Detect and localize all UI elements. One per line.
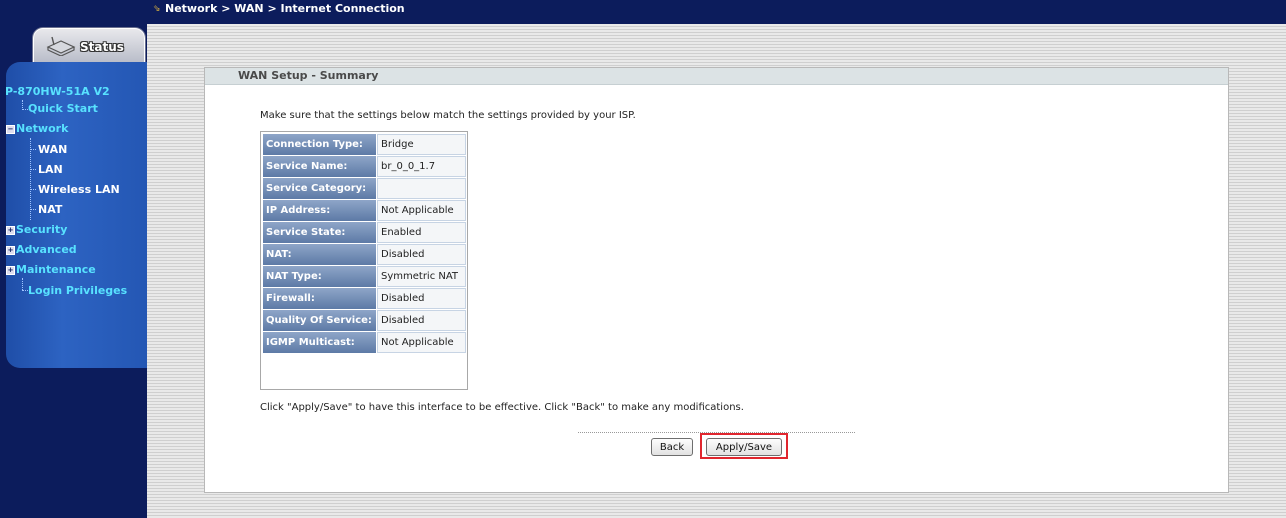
row-key: IP Address: <box>263 200 376 221</box>
page-title: WAN Setup - Summary <box>238 69 379 82</box>
row-key: NAT: <box>263 244 376 265</box>
sidebar-item-login-privileges[interactable]: Login Privileges <box>28 284 127 297</box>
row-key: Quality Of Service: <box>263 310 376 331</box>
row-value: Enabled <box>377 222 466 243</box>
intro-text: Make sure that the settings below match … <box>260 110 636 121</box>
collapse-icon[interactable]: − <box>6 125 15 134</box>
table-row: Service Name: br_0_0_1.7 <box>263 156 466 177</box>
back-button[interactable]: Back <box>651 438 693 456</box>
expand-icon[interactable]: + <box>6 266 15 275</box>
row-key: IGMP Multicast: <box>263 332 376 353</box>
table-row: Service State: Enabled <box>263 222 466 243</box>
row-key: Firewall: <box>263 288 376 309</box>
row-key: NAT Type: <box>263 266 376 287</box>
sidebar-item-security[interactable]: Security <box>16 223 67 236</box>
sidebar-item-wireless-lan[interactable]: Wireless LAN <box>38 183 120 196</box>
sidebar: Status P-870HW-51A V2 Quick Start − Netw… <box>0 0 147 518</box>
row-value: Not Applicable <box>377 200 466 221</box>
device-model: P-870HW-51A V2 <box>5 85 110 98</box>
table-row: IGMP Multicast: Not Applicable <box>263 332 466 353</box>
table-row: Connection Type: Bridge <box>263 134 466 155</box>
expand-icon[interactable]: + <box>6 246 15 255</box>
summary-table: Connection Type: Bridge Service Name: br_0… <box>262 133 467 354</box>
expand-icon[interactable]: + <box>6 226 15 235</box>
status-tab[interactable]: Status <box>33 28 145 64</box>
summary-table-box: Connection Type: Bridge Service Name: br_0… <box>260 131 468 390</box>
row-value: br_0_0_1.7 <box>377 156 466 177</box>
apply-save-button[interactable]: Apply/Save <box>706 438 782 456</box>
sidebar-item-wan[interactable]: WAN <box>38 143 67 156</box>
row-key: Service State: <box>263 222 376 243</box>
row-value: Disabled <box>377 288 466 309</box>
content-card: WAN Setup - Summary Make sure that the s… <box>204 67 1229 493</box>
breadcrumb-bar: ⇘ Network > WAN > Internet Connection <box>147 0 1286 24</box>
sidebar-item-nat[interactable]: NAT <box>38 203 62 216</box>
menu-panel: P-870HW-51A V2 Quick Start − Network WAN… <box>5 62 147 368</box>
row-key: Service Category: <box>263 178 376 199</box>
sidebar-item-quick-start[interactable]: Quick Start <box>28 102 98 115</box>
table-row: NAT: Disabled <box>263 244 466 265</box>
row-value <box>377 178 466 199</box>
breadcrumb-arrow-icon: ⇘ <box>153 4 161 14</box>
table-row: Firewall: Disabled <box>263 288 466 309</box>
row-key: Connection Type: <box>263 134 376 155</box>
row-value: Disabled <box>377 310 466 331</box>
table-row: Service Category: <box>263 178 466 199</box>
row-value: Disabled <box>377 244 466 265</box>
table-row: NAT Type: Symmetric NAT <box>263 266 466 287</box>
breadcrumb: Network > WAN > Internet Connection <box>165 2 405 15</box>
row-key: Service Name: <box>263 156 376 177</box>
row-value: Not Applicable <box>377 332 466 353</box>
sidebar-item-network[interactable]: Network <box>16 122 68 135</box>
router-icon <box>46 36 76 59</box>
row-value: Bridge <box>377 134 466 155</box>
table-row: IP Address: Not Applicable <box>263 200 466 221</box>
sidebar-item-maintenance[interactable]: Maintenance <box>16 263 96 276</box>
section-header: WAN Setup - Summary <box>205 68 1228 85</box>
sidebar-item-lan[interactable]: LAN <box>38 163 63 176</box>
sidebar-item-advanced[interactable]: Advanced <box>16 243 77 256</box>
status-tab-label: Status <box>80 40 124 54</box>
table-row: Quality Of Service: Disabled <box>263 310 466 331</box>
footer-instructions: Click "Apply/Save" to have this interfac… <box>260 402 744 413</box>
row-value: Symmetric NAT <box>377 266 466 287</box>
